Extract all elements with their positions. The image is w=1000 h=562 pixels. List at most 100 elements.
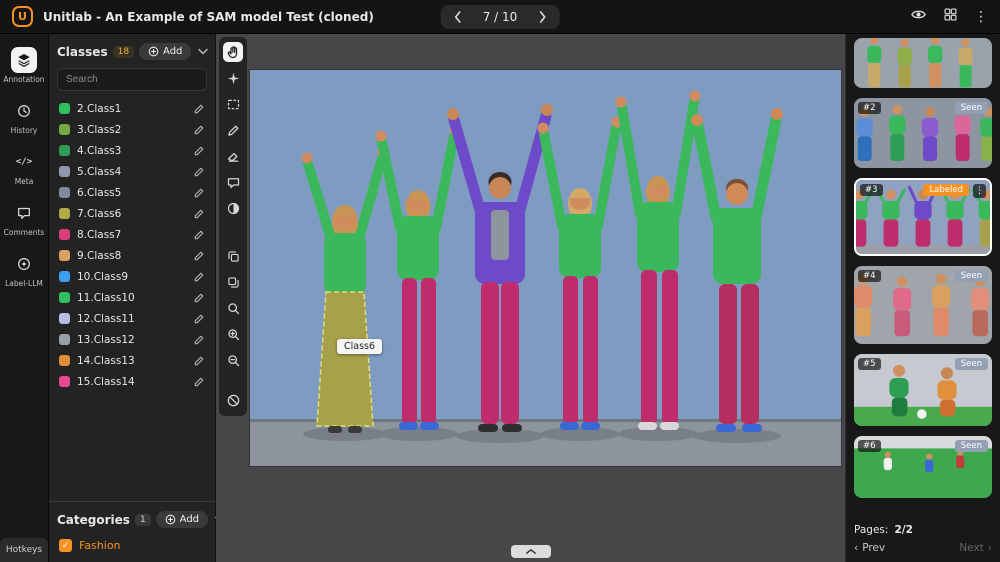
collapse-panel-button[interactable] [511,545,551,558]
pager-count: 7 / 10 [471,10,530,24]
class-row[interactable]: 15.Class14 [57,371,207,392]
pages-indicator: Pages: 2/2 [854,514,992,542]
class-color-swatch [59,313,70,324]
class-row[interactable]: 3.Class2 [57,119,207,140]
add-category-button[interactable]: Add [156,511,208,528]
thumbnail-5[interactable]: #5 Seen [854,354,992,426]
selected-mask-class6[interactable] [317,292,373,426]
topbar-menu-icon[interactable]: ⋮ [974,10,988,24]
class-row[interactable]: 4.Class3 [57,140,207,161]
search-tool-button[interactable] [223,298,243,318]
edit-class-icon[interactable] [193,103,205,115]
layout-grid-icon[interactable] [943,7,958,26]
class-row[interactable]: 5.Class4 [57,161,207,182]
edit-class-icon[interactable] [193,313,205,325]
class-color-swatch [59,187,70,198]
sidebar-item-annotation[interactable]: Annotation [0,40,48,91]
history-clock-icon [11,98,37,124]
class-row[interactable]: 2.Class1 [57,98,207,119]
image-canvas[interactable] [250,70,841,466]
class-color-swatch [59,250,70,261]
thumbnail-2[interactable]: #2 Seen [854,98,992,168]
duplicate-tool-button[interactable] [223,272,243,292]
pager-next-icon[interactable] [529,7,555,27]
edit-class-icon[interactable] [193,376,205,388]
plus-circle-icon [165,514,176,525]
edit-class-icon[interactable] [193,166,205,178]
class-label: 6.Class5 [77,187,186,199]
edit-class-icon[interactable] [193,250,205,262]
edit-class-icon[interactable] [193,292,205,304]
class-row[interactable]: 11.Class10 [57,287,207,308]
pen-tool-button[interactable] [223,120,243,140]
thumbnail-status-badge: Labeled [923,184,969,196]
classes-panel: Classes 18 Add 2.Class1 3.Class2 4.Class… [48,34,216,562]
thumbnail-3-selected[interactable]: #3 Labeled ⋮ [854,178,992,256]
edit-class-icon[interactable] [193,355,205,367]
edit-class-icon[interactable] [193,271,205,283]
pan-tool-button[interactable] [223,42,243,62]
categories-section: Categories 1 Add ✓ Fashion [49,501,215,562]
thumbnail-id-badge: #2 [858,102,881,114]
bbox-tool-button[interactable] [223,94,243,114]
thumbnail-status-badge: Seen [955,102,988,114]
sidebar-item-history[interactable]: History [0,91,48,142]
edit-class-icon[interactable] [193,334,205,346]
class-row[interactable]: 14.Class13 [57,350,207,371]
thumbnail-4[interactable]: #4 Seen [854,266,992,344]
class-row[interactable]: 7.Class6 [57,203,207,224]
disable-tool-button[interactable] [223,390,243,410]
thumbnail-1[interactable] [854,38,992,88]
edit-class-icon[interactable] [193,187,205,199]
visibility-eye-icon[interactable] [910,6,927,27]
thumbnail-6[interactable]: #6 Seen [854,436,992,498]
annotation-canvas[interactable]: Class6 [216,34,845,562]
class-color-swatch [59,166,70,177]
sidebar-item-meta[interactable]: </> Meta [0,142,48,193]
class-row[interactable]: 10.Class9 [57,266,207,287]
class-row[interactable]: 6.Class5 [57,182,207,203]
class-label: 3.Class2 [77,124,186,136]
class-row[interactable]: 9.Class8 [57,245,207,266]
eraser-tool-button[interactable] [223,146,243,166]
class-row[interactable]: 12.Class11 [57,308,207,329]
class-row[interactable]: 13.Class12 [57,329,207,350]
edit-class-icon[interactable] [193,208,205,220]
class-label: 15.Class14 [77,376,186,388]
pager-prev-icon[interactable] [445,7,471,27]
class-color-swatch [59,334,70,345]
zoom-out-tool-button[interactable] [223,350,243,370]
classes-collapse-icon[interactable] [196,48,210,55]
copy-tool-button[interactable] [223,246,243,266]
contrast-tool-button[interactable] [223,198,243,218]
edit-class-icon[interactable] [193,229,205,241]
edit-class-icon[interactable] [193,145,205,157]
edit-class-icon[interactable] [193,124,205,136]
magic-sam-tool-button[interactable] [223,68,243,88]
code-icon: </> [11,149,37,175]
unitlab-logo-icon: U [12,6,33,27]
prev-chevron-icon: ‹ [854,542,858,554]
sidebar-item-label-llm[interactable]: Label-LLM [0,244,48,295]
thumbnail-id-badge: #5 [858,358,881,370]
comments-icon [11,200,37,226]
comment-tool-button[interactable] [223,172,243,192]
class-label: 10.Class9 [77,271,186,283]
sidebar-item-comments[interactable]: Comments [0,193,48,244]
class-label: 9.Class8 [77,250,186,262]
layers-icon [11,47,37,73]
zoom-in-tool-button[interactable] [223,324,243,344]
prev-page-button[interactable]: ‹ Prev [854,542,885,554]
hotkeys-button[interactable]: Hotkeys [0,538,48,562]
next-page-button[interactable]: Next › [959,542,992,554]
thumbnail-status-badge: Seen [955,440,988,452]
thumbnail-menu-icon[interactable]: ⋮ [973,184,986,198]
category-checkbox[interactable]: ✓ [59,539,72,552]
add-class-button[interactable]: Add [139,43,191,60]
category-row-fashion[interactable]: ✓ Fashion [49,534,215,562]
segmented-image[interactable] [250,70,841,466]
class-search-input[interactable] [57,68,207,91]
plus-circle-icon [148,46,159,57]
class-row[interactable]: 8.Class7 [57,224,207,245]
thumbnail-id-badge: #6 [858,440,881,452]
